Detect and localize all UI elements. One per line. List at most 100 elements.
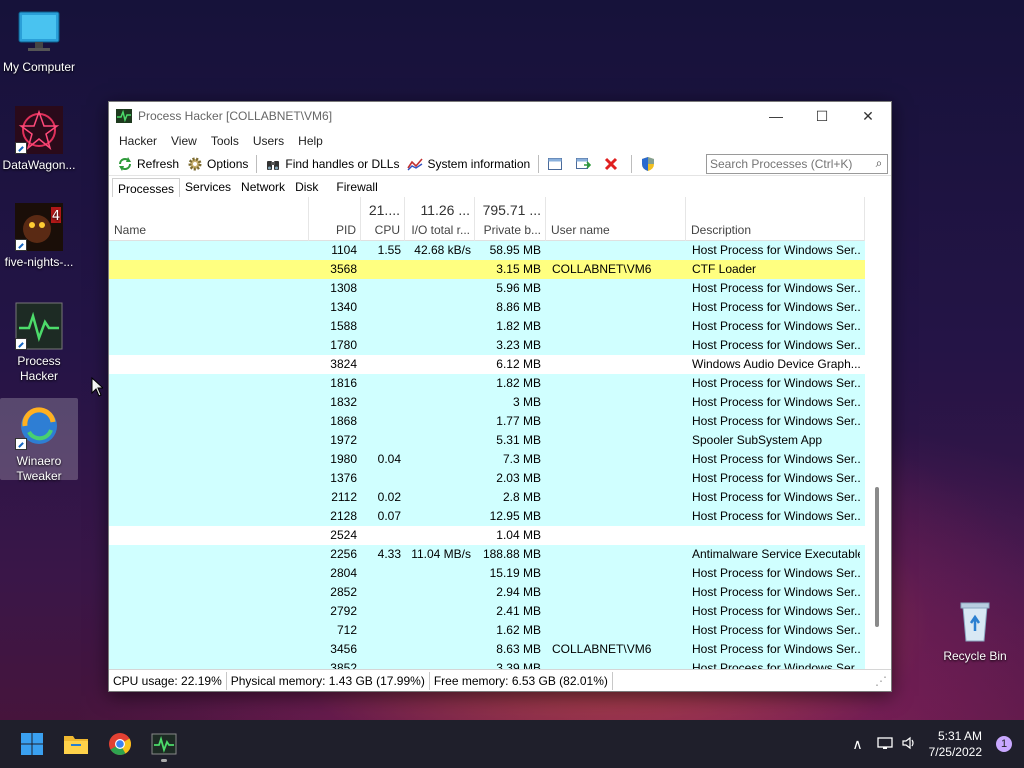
minimize-button[interactable]: —: [753, 102, 799, 130]
process-hacker-window[interactable]: Process Hacker [COLLABNET\VM6] — ☐ ✕ Hac…: [108, 101, 892, 692]
process-cpu: 0.04: [377, 452, 401, 466]
process-pid: 2852: [330, 585, 357, 599]
process-row[interactable]: ∨svchost.exe21280.0712.95 MBHost Process…: [109, 507, 865, 526]
system-tray: ∧ 5:31 AM 7/25/2022 1: [852, 720, 1024, 768]
process-row[interactable]: svchost.exe19800.047.3 MBHost Process fo…: [109, 450, 865, 469]
process-row[interactable]: svchost.exe7121.62 MBHost Process for Wi…: [109, 621, 865, 640]
refresh-button[interactable]: Refresh: [113, 153, 183, 175]
process-row[interactable]: svchost.exe18323 MBHost Process for Wind…: [109, 393, 865, 412]
search-icon[interactable]: ⌕: [871, 156, 887, 171]
process-row[interactable]: ∨svchost.exe11041.5542.68 kB/s58.95 MBHo…: [109, 241, 865, 260]
desktop-icon-recycle-bin[interactable]: Recycle Bin: [936, 597, 1014, 664]
options-button[interactable]: Options: [183, 153, 252, 175]
start-button[interactable]: [10, 724, 54, 764]
process-pid: 3568: [330, 262, 357, 276]
search-input[interactable]: [710, 156, 871, 171]
process-private-bytes: 1.82 MB: [496, 319, 541, 333]
clock[interactable]: 5:31 AM 7/25/2022: [929, 728, 982, 760]
process-private-bytes: 5.96 MB: [496, 281, 541, 295]
process-row[interactable]: ctfmon.exe35683.15 MBCOLLABNET\VM6CTF Lo…: [109, 260, 865, 279]
desktop-icon-process-hacker[interactable]: Process Hacker: [0, 302, 78, 384]
process-description: Spooler SubSystem App: [692, 433, 823, 447]
menu-view[interactable]: View: [164, 134, 204, 148]
process-description: Host Process for Windows Ser...: [692, 243, 860, 257]
process-private-bytes: 6.12 MB: [496, 357, 541, 371]
column-name[interactable]: Name: [109, 197, 309, 241]
menu-bar: Hacker View Tools Users Help: [109, 130, 891, 152]
process-tree[interactable]: Name PID 21.... CPU 11.26 ... I/O total …: [109, 197, 891, 669]
process-row[interactable]: svchost.exe13085.96 MBHost Process for W…: [109, 279, 865, 298]
process-row[interactable]: AggregatorHost.e...25241.04 MB: [109, 526, 865, 545]
system-information-button[interactable]: System information: [403, 153, 534, 175]
chevron-up-icon[interactable]: ∧: [852, 736, 862, 753]
elevate-button[interactable]: [636, 153, 664, 175]
column-name-label: Name: [114, 223, 147, 237]
process-private-bytes: 2.8 MB: [502, 490, 541, 504]
clock-time: 5:31 AM: [937, 729, 982, 743]
column-private-bytes-label: Private b...: [483, 223, 541, 237]
running-indicator: [161, 759, 167, 762]
show-window-button[interactable]: [543, 153, 571, 175]
vertical-scrollbar[interactable]: [865, 197, 891, 669]
process-row[interactable]: ∨svchost.exe17803.23 MBHost Process for …: [109, 336, 865, 355]
column-pid-label: PID: [335, 223, 356, 237]
scrollbar-thumb[interactable]: [875, 487, 879, 627]
column-cpu[interactable]: 21.... CPU: [361, 197, 405, 241]
monitor-icon: [15, 8, 63, 56]
process-row[interactable]: audiodg.exe38246.12 MBWindows Audio Devi…: [109, 355, 865, 374]
process-row[interactable]: spoolsv.exe19725.31 MBSpooler SubSystem …: [109, 431, 865, 450]
process-row[interactable]: svchost.exe13408.86 MBHost Process for W…: [109, 298, 865, 317]
tab-services[interactable]: Services: [180, 177, 236, 197]
process-row[interactable]: svchost.exe13762.03 MBHost Process for W…: [109, 469, 865, 488]
menu-users[interactable]: Users: [246, 134, 291, 148]
process-row[interactable]: svchost.exe28522.94 MBHost Process for W…: [109, 583, 865, 602]
menu-help[interactable]: Help: [291, 134, 330, 148]
taskbar-chrome[interactable]: [98, 724, 142, 764]
process-hacker-taskbar-icon: [151, 733, 177, 755]
tab-disk[interactable]: Disk: [290, 177, 323, 197]
title-bar[interactable]: Process Hacker [COLLABNET\VM6] — ☐ ✕: [109, 102, 891, 130]
taskbar-file-explorer[interactable]: [54, 724, 98, 764]
column-user-name[interactable]: User name: [546, 197, 686, 241]
terminate-button[interactable]: [599, 153, 627, 175]
desktop-icon-five-nights[interactable]: 4 five-nights-...: [0, 203, 78, 270]
menu-tools[interactable]: Tools: [204, 134, 246, 148]
process-row[interactable]: svchost.exe21120.022.8 MBHost Process fo…: [109, 488, 865, 507]
resize-grip-icon[interactable]: ⋰: [871, 672, 891, 690]
process-row[interactable]: svchost.exe34568.63 MBCOLLABNET\VM6Host …: [109, 640, 865, 659]
desktop-icon-datawagon[interactable]: DataWagon...: [0, 106, 78, 173]
column-description[interactable]: Description: [686, 197, 865, 241]
volume-icon[interactable]: [901, 736, 917, 753]
process-row[interactable]: svchost.exe38523.39 MBHost Process for W…: [109, 659, 865, 669]
desktop-icon-label: My Computer: [2, 60, 76, 74]
menu-hacker[interactable]: Hacker: [112, 134, 164, 148]
process-row[interactable]: svchost.exe18161.82 MBHost Process for W…: [109, 374, 865, 393]
taskbar-process-hacker[interactable]: [142, 724, 186, 764]
column-io[interactable]: 11.26 ... I/O total r...: [405, 197, 475, 241]
close-button[interactable]: ✕: [845, 102, 891, 130]
find-window-button[interactable]: [571, 153, 599, 175]
process-row[interactable]: svchost.exe280415.19 MBHost Process for …: [109, 564, 865, 583]
column-private-bytes[interactable]: 795.71 ... Private b...: [475, 197, 546, 241]
column-pid[interactable]: PID: [309, 197, 361, 241]
process-user-name: COLLABNET\VM6: [552, 262, 652, 276]
process-private-bytes: 1.04 MB: [496, 528, 541, 542]
desktop-icon-my-computer[interactable]: My Computer: [0, 8, 78, 75]
tab-processes[interactable]: Processes: [112, 178, 181, 198]
desktop-icon-winaero-tweaker[interactable]: Winaero Tweaker: [0, 398, 78, 483]
window-title: Process Hacker [COLLABNET\VM6]: [138, 109, 333, 123]
process-row[interactable]: MsMpEng.exe22564.3311.04 MB/s188.88 MBAn…: [109, 545, 865, 564]
process-row[interactable]: svchost.exe27922.41 MBHost Process for W…: [109, 602, 865, 621]
tab-firewall[interactable]: Firewall: [331, 177, 382, 197]
find-handles-button[interactable]: Find handles or DLLs: [261, 153, 403, 175]
process-row[interactable]: svchost.exe15881.82 MBHost Process for W…: [109, 317, 865, 336]
maximize-button[interactable]: ☐: [799, 102, 845, 130]
process-pid: 2112: [331, 490, 357, 504]
column-user-name-label: User name: [551, 223, 610, 237]
private-bytes-total: 795.71 ...: [482, 202, 541, 218]
process-row[interactable]: svchost.exe18681.77 MBHost Process for W…: [109, 412, 865, 431]
network-icon[interactable]: [876, 736, 893, 753]
notification-badge[interactable]: 1: [996, 736, 1012, 752]
tab-network[interactable]: Network: [236, 177, 290, 197]
search-box[interactable]: ⌕: [706, 153, 888, 174]
